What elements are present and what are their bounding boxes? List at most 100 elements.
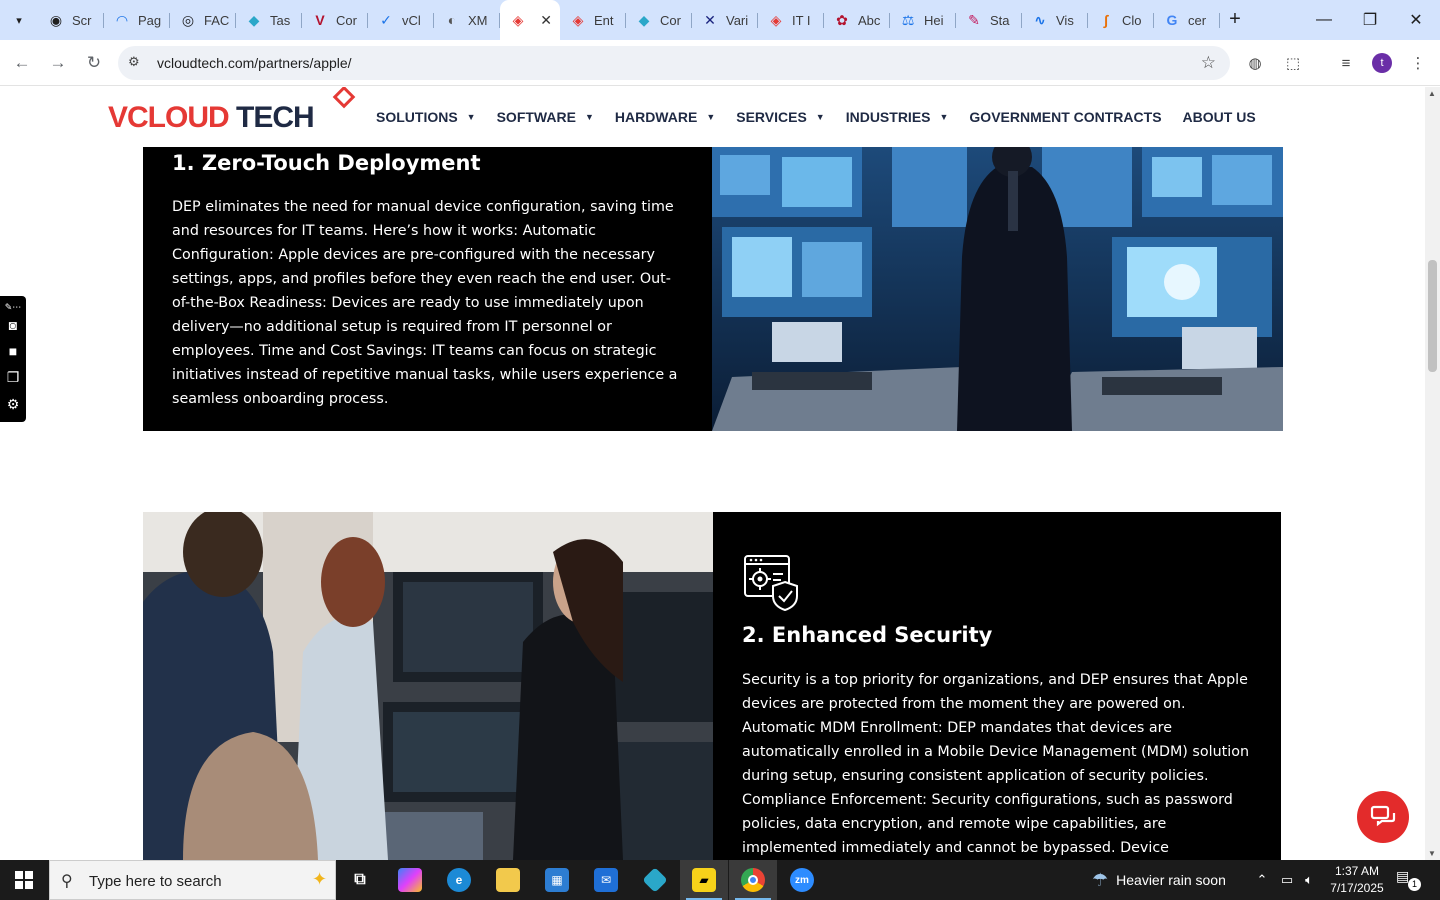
maximize-button[interactable]: ❐ <box>1347 0 1393 40</box>
taskbar-search-box[interactable]: ⚲ Type here to search ✦ <box>49 860 336 900</box>
browser-tab[interactable]: V Cor <box>302 0 368 40</box>
task-view-button[interactable]: ⧉ <box>336 860 384 900</box>
settings-gear-icon[interactable]: ⚙ <box>4 395 22 413</box>
browser-tab[interactable]: ◈ Ent <box>560 0 626 40</box>
main-navigation: SOLUTIONS ▼ SOFTWARE ▼ HARDWARE ▼ SERVICES ▼ IND… <box>376 87 1277 147</box>
browser-tab[interactable]: ◆ Tas <box>236 0 302 40</box>
tab-favicon-icon: ◎ <box>181 11 195 28</box>
sticky-notes-icon: ▰ <box>692 868 716 892</box>
network-icon[interactable]: ▭ <box>1276 860 1298 900</box>
copilot-app[interactable] <box>386 860 434 900</box>
enhanced-security-card: 2. Enhanced Security Security is a top p… <box>713 512 1281 860</box>
browser-tab[interactable]: ◆ Cor <box>626 0 692 40</box>
tab-favicon-icon: ⚖ <box>901 11 915 28</box>
browser-tab[interactable]: ◈ ✕ <box>500 0 560 40</box>
nav-item[interactable]: HARDWARE ▼ <box>615 109 715 125</box>
forward-button[interactable]: → <box>45 50 71 76</box>
folder-icon <box>496 868 520 892</box>
browser-tab[interactable]: ✎ Sta <box>956 0 1022 40</box>
profile-avatar[interactable]: t <box>1372 53 1392 73</box>
browser-tab[interactable]: Gcer <box>1154 0 1220 40</box>
tab-favicon-icon: ◈ <box>512 11 524 28</box>
tab-favicon-icon: ◈ <box>572 11 584 28</box>
tab-title: vCl <box>402 12 421 28</box>
browser-tab[interactable]: ∿ Vis <box>1022 0 1088 40</box>
tab-title: Cor <box>660 12 681 28</box>
browser-tab[interactable]: ✓ vCl <box>368 0 434 40</box>
live-chat-button[interactable] <box>1357 791 1409 843</box>
nav-item[interactable]: INDUSTRIES ▼ <box>846 109 949 125</box>
site-info-icon[interactable]: ⚙ <box>128 54 140 70</box>
tab-favicon-icon: ✕ <box>704 11 716 28</box>
browser-tab[interactable]: ◉ Scr <box>38 0 104 40</box>
start-button[interactable] <box>0 860 48 900</box>
tab-favicon-icon: ◉ <box>49 11 63 28</box>
show-hidden-icons-chevron-icon[interactable]: ⌃ <box>1252 860 1272 900</box>
browser-tab[interactable]: ◐ XM <box>434 0 500 40</box>
browser-tab[interactable]: ⚖ Hei <box>890 0 956 40</box>
nav-item[interactable]: SOFTWARE ▼ <box>497 109 594 125</box>
nav-item[interactable]: SERVICES ▼ <box>736 109 824 125</box>
browser-tab[interactable]: ◠ Pag <box>104 0 170 40</box>
notification-center-button[interactable]: ▤ 1 <box>1396 868 1422 892</box>
tab-favicon-icon: ✓ <box>380 11 392 28</box>
close-window-button[interactable]: ✕ <box>1393 0 1439 40</box>
tab-close-icon[interactable]: ✕ <box>540 12 552 29</box>
chrome-app[interactable] <box>729 860 777 900</box>
browser-tab[interactable]: ✿ Abc <box>824 0 890 40</box>
translate-icon[interactable]: ◍ <box>1243 51 1267 75</box>
caret-down-icon: ▼ <box>939 112 949 122</box>
browser-tab[interactable]: ✕ Vari <box>692 0 758 40</box>
browser-tab-strip: ▾ ◉ Scr ◠ Pag ◎ FAC ◆ Tas V Cor ✓ vCl ◐ XM ◈ ✕ ◈ Ent ◆ Cor ✕… <box>0 0 1440 40</box>
tab-title: Tas <box>270 12 291 28</box>
page-scrollbar[interactable]: ▲ ▼ <box>1425 87 1440 860</box>
tab-search-button[interactable]: ▾ <box>6 7 32 33</box>
tab-title: Hei <box>924 12 944 28</box>
nav-item-label: SOLUTIONS <box>376 109 458 125</box>
zoom-app[interactable]: zm <box>778 860 826 900</box>
logo-text-vcloud: VCLOUD <box>108 101 230 134</box>
clock-date: 7/17/2025 <box>1330 881 1384 895</box>
volume-icon[interactable]: 🔈︎ <box>1298 860 1320 900</box>
nav-item[interactable]: GOVERNMENT CONTRACTS <box>969 109 1161 125</box>
video-camera-icon[interactable]: ■ <box>4 342 22 360</box>
scrollbar-thumb[interactable] <box>1428 260 1437 372</box>
caret-down-icon: ▼ <box>466 112 476 122</box>
nav-item[interactable]: ABOUT US <box>1183 109 1256 125</box>
mail-icon: ✉ <box>594 868 618 892</box>
media-controls-icon[interactable]: ≡ <box>1334 51 1358 75</box>
edge-app[interactable]: e <box>435 860 483 900</box>
browser-tab[interactable]: ◎ FAC <box>170 0 236 40</box>
tab-list: ◉ Scr ◠ Pag ◎ FAC ◆ Tas V Cor ✓ vCl ◐ XM ◈ ✕ ◈ Ent ◆ Cor ✕ Va… <box>38 0 1220 40</box>
pinned-app[interactable] <box>631 860 679 900</box>
sticky-notes-app[interactable]: ▰ <box>680 860 728 900</box>
url-text[interactable]: vcloudtech.com/partners/apple/ <box>157 55 352 71</box>
nav-item[interactable]: SOLUTIONS ▼ <box>376 109 476 125</box>
new-tab-button[interactable]: + <box>1223 8 1247 32</box>
umbrella-icon: ☂ <box>1092 869 1109 890</box>
mail-app[interactable]: ✉ <box>582 860 630 900</box>
file-explorer-app[interactable] <box>484 860 532 900</box>
reload-button[interactable]: ↻ <box>81 50 107 76</box>
store-app[interactable]: ▦ <box>533 860 581 900</box>
browser-tab[interactable]: ◈ IT I <box>758 0 824 40</box>
tool-options-icon[interactable]: ✎⋯ <box>4 298 22 316</box>
bookmark-star-icon[interactable]: ☆ <box>1201 53 1216 73</box>
scroll-down-arrow-icon[interactable]: ▼ <box>1428 849 1436 858</box>
address-bar[interactable]: ⚙ vcloudtech.com/partners/apple/ ☆ <box>118 46 1230 80</box>
browser-tab[interactable]: ∫ Clo <box>1088 0 1154 40</box>
browser-menu-icon[interactable]: ⋮ <box>1406 51 1430 75</box>
scroll-up-arrow-icon[interactable]: ▲ <box>1428 89 1436 98</box>
windows-icon[interactable]: ❐ <box>4 368 22 386</box>
section-title: 2. Enhanced Security <box>742 623 993 647</box>
windows-logo-icon <box>15 871 33 889</box>
back-button[interactable]: ← <box>9 50 35 76</box>
weather-widget[interactable]: ☂ Heavier rain soon <box>1092 860 1226 900</box>
extensions-icon[interactable]: ⬚ <box>1281 51 1305 75</box>
system-clock[interactable]: 1:37 AM 7/17/2025 <box>1322 863 1392 897</box>
caret-down-icon: ▼ <box>815 112 825 122</box>
minimize-button[interactable]: — <box>1301 0 1347 40</box>
camera-icon[interactable]: ◙ <box>4 316 22 334</box>
tab-favicon-icon: ∫ <box>1104 12 1108 28</box>
tab-favicon-icon: G <box>1166 12 1178 28</box>
